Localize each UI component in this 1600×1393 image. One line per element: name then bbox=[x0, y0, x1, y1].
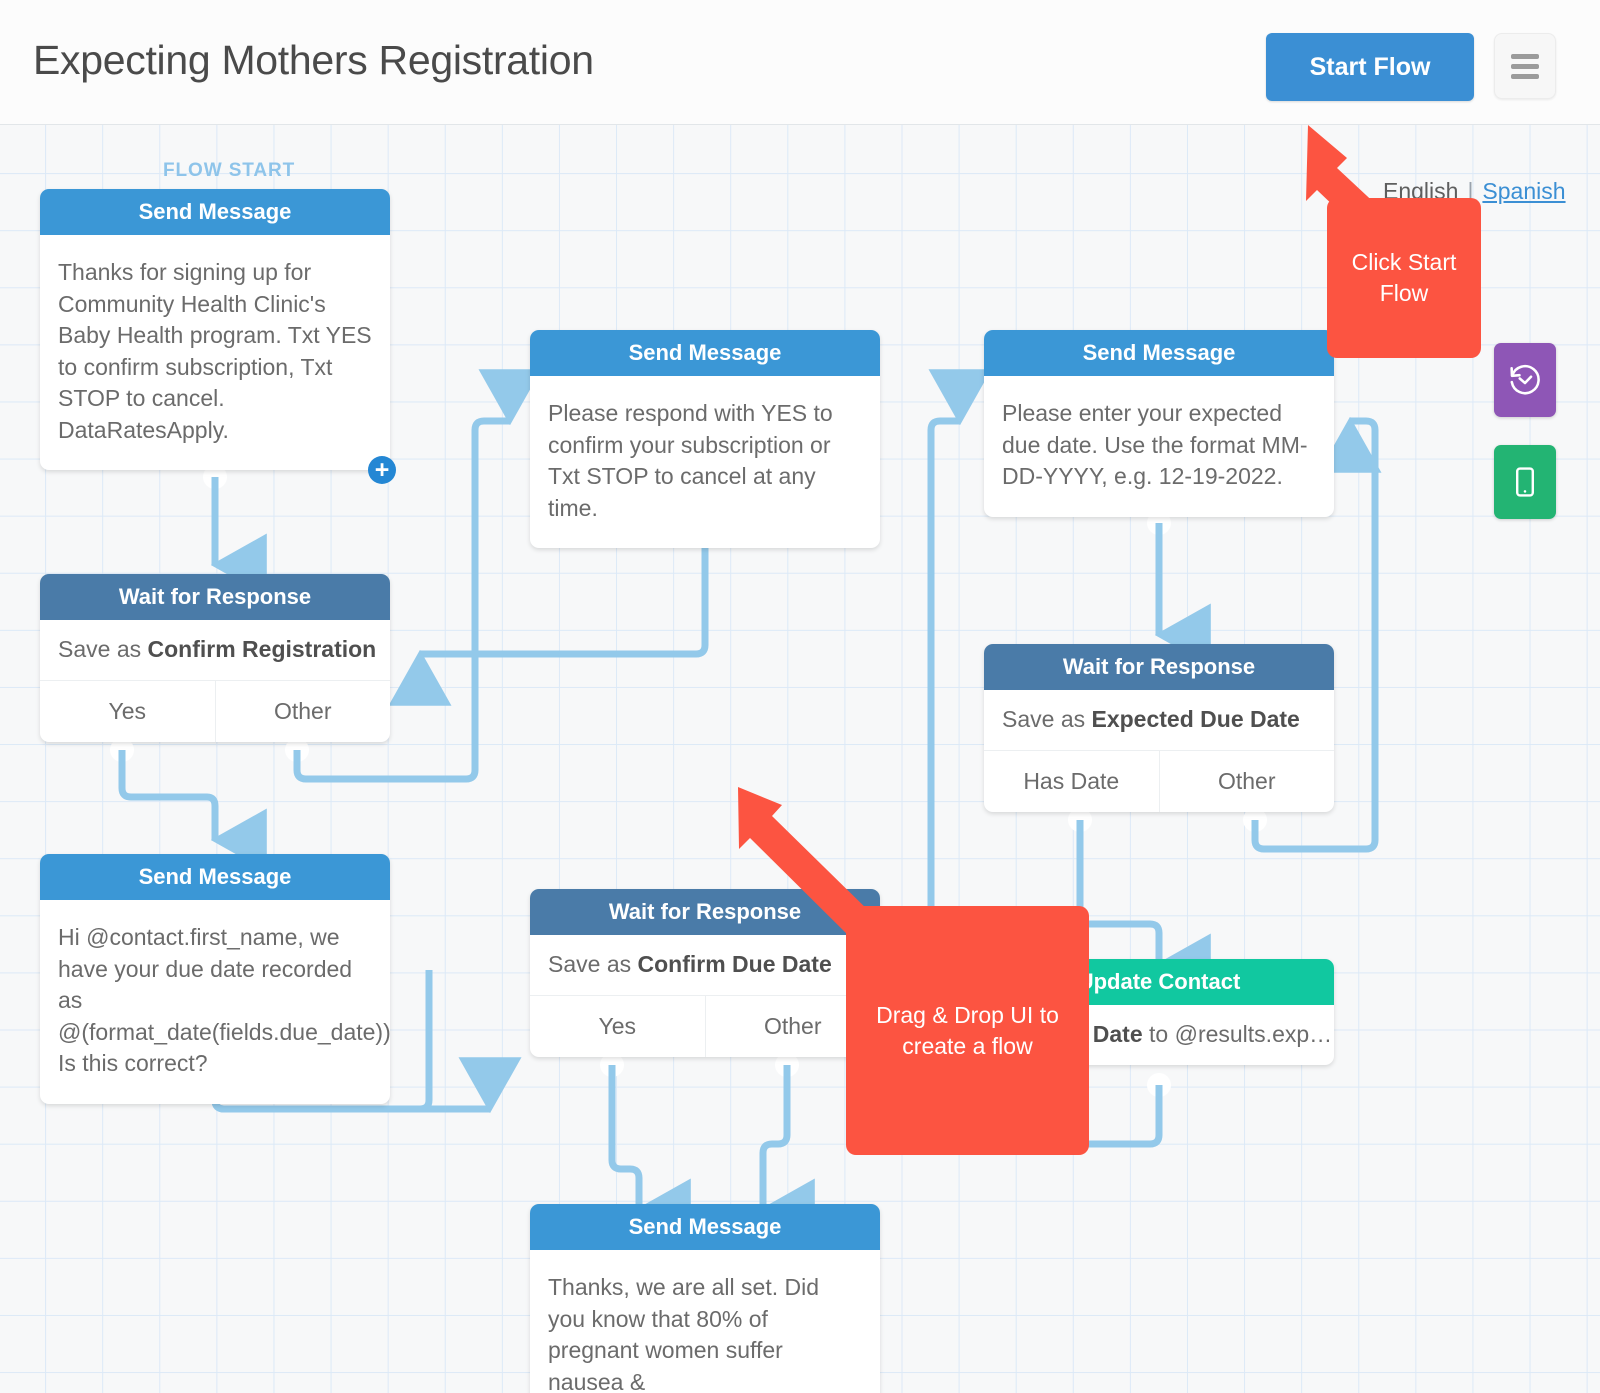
node-header: Wait for Response bbox=[984, 644, 1334, 690]
app-header: Expecting Mothers Registration Start Flo… bbox=[0, 0, 1600, 125]
page-title: Expecting Mothers Registration bbox=[33, 37, 594, 83]
tooltip-drag-and-drop: Drag & Drop UI to create a flow bbox=[846, 906, 1089, 1155]
save-as-prefix: Save as bbox=[1002, 706, 1092, 732]
node-header: Wait for Response bbox=[530, 889, 880, 935]
node-send-message-confirm-subscription[interactable]: Send Message Please respond with YES to … bbox=[530, 330, 880, 548]
tooltip-click-start-flow: Click Start Flow bbox=[1327, 198, 1481, 358]
history-clock-icon bbox=[1510, 364, 1540, 395]
branch-other[interactable]: Other bbox=[214, 681, 391, 742]
save-as-name: Confirm Registration bbox=[147, 636, 377, 662]
node-send-message-welcome[interactable]: Send Message Thanks for signing up for C… bbox=[40, 189, 390, 470]
node-body: Thanks, we are all set. Did you know tha… bbox=[548, 1274, 820, 1393]
add-node-button[interactable]: + bbox=[368, 456, 396, 484]
node-wait-confirm-registration[interactable]: Wait for Response Save as Confirm Regist… bbox=[40, 574, 390, 742]
start-flow-button[interactable]: Start Flow bbox=[1266, 33, 1474, 101]
node-save-as: Save as Confirm Due Date bbox=[530, 935, 880, 995]
language-spanish-link[interactable]: Spanish bbox=[1482, 178, 1565, 204]
branch-yes[interactable]: Yes bbox=[530, 996, 705, 1057]
node-send-message-due-date-recap[interactable]: Send Message Hi @contact.first_name, we … bbox=[40, 854, 390, 1104]
branch-has-date[interactable]: Has Date bbox=[984, 751, 1159, 812]
node-save-as: Save as Expected Due Date bbox=[984, 690, 1334, 750]
save-as-prefix: Save as bbox=[548, 951, 638, 977]
revisions-button[interactable] bbox=[1494, 343, 1556, 417]
node-branches: Yes Other bbox=[530, 995, 880, 1057]
save-as-name: Expected Due Date bbox=[1091, 706, 1300, 732]
update-middle: to bbox=[1142, 1021, 1175, 1047]
node-branches: Yes Other bbox=[40, 680, 390, 742]
node-save-as: Save as Confirm Registration bbox=[40, 620, 390, 680]
node-body: Thanks for signing up for Community Heal… bbox=[58, 259, 372, 443]
flow-editor: Expecting Mothers Registration Start Flo… bbox=[0, 0, 1600, 1393]
mobile-phone-icon bbox=[1516, 467, 1534, 497]
node-branches: Has Date Other bbox=[984, 750, 1334, 812]
node-wait-confirm-due-date[interactable]: Wait for Response Save as Confirm Due Da… bbox=[530, 889, 880, 1057]
save-as-name: Confirm Due Date bbox=[637, 951, 832, 977]
node-header: Send Message bbox=[530, 1204, 880, 1250]
node-header: Send Message bbox=[984, 330, 1334, 376]
branch-other[interactable]: Other bbox=[1158, 751, 1335, 812]
node-header: Send Message bbox=[40, 189, 390, 235]
flow-start-label: FLOW START bbox=[163, 160, 296, 181]
node-send-message-due-date-prompt[interactable]: Send Message Please enter your expected … bbox=[984, 330, 1334, 517]
node-body: Please enter your expected due date. Use… bbox=[1002, 400, 1308, 489]
node-body: Please respond with YES to confirm your … bbox=[548, 400, 833, 521]
update-value: @results.exp… bbox=[1174, 1021, 1333, 1047]
node-header: Send Message bbox=[530, 330, 880, 376]
node-body: Hi @contact.first_name, we have your due… bbox=[58, 924, 390, 1076]
node-wait-expected-due-date[interactable]: Wait for Response Save as Expected Due D… bbox=[984, 644, 1334, 812]
node-header: Send Message bbox=[40, 854, 390, 900]
simulator-button[interactable] bbox=[1494, 445, 1556, 519]
save-as-prefix: Save as bbox=[58, 636, 148, 662]
branch-yes[interactable]: Yes bbox=[40, 681, 215, 742]
node-send-message-final[interactable]: Send Message Thanks, we are all set. Did… bbox=[530, 1204, 880, 1393]
hamburger-menu-icon[interactable] bbox=[1494, 33, 1556, 99]
node-header: Wait for Response bbox=[40, 574, 390, 620]
